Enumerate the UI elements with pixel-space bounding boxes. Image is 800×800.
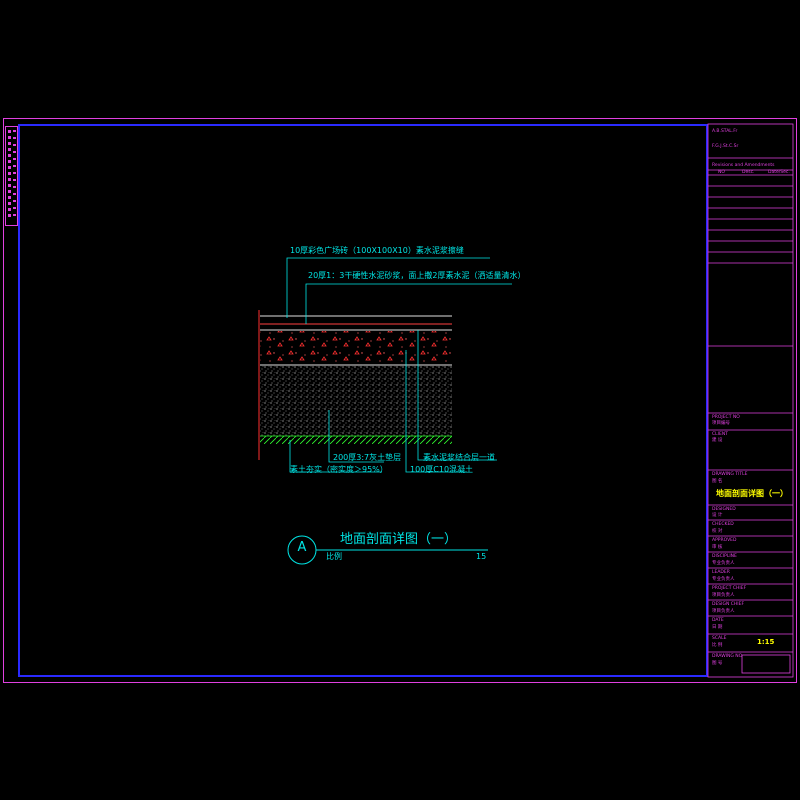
tb-project-chief-en: PROJECT CHIEF (712, 586, 747, 591)
detail-marker-letter: A (297, 540, 307, 555)
tb-drawing-title-en: DRAWING TITLE (712, 472, 748, 477)
tb-leader-en: LEADER (712, 570, 730, 575)
tb-project-no-en: PROJECT NO (712, 415, 740, 420)
tb-drawing-title: 地面剖面详图（一） (716, 489, 788, 498)
layer-concrete (260, 331, 452, 365)
tb-drawing-no: 图 号 (712, 661, 723, 666)
tb-rev-col1: NO (718, 170, 725, 175)
detail-scale-label: 比例 (326, 552, 342, 561)
tb-rev-col2: Desc. (742, 170, 755, 175)
tb-approve: 审 核 (712, 545, 723, 550)
tb-design: 设 计 (712, 513, 723, 518)
tb-date-en: DATE (712, 618, 724, 623)
layer-lime-soil (260, 366, 452, 436)
tb-header-line2: F.G.J.St.C.Sr (712, 144, 739, 149)
tb-check-en: CHECKED (712, 522, 734, 527)
tb-project-chief: 项目负责人 (712, 593, 735, 598)
tb-client: 建 设 (712, 438, 723, 443)
tb-scale-en: SCALE (712, 636, 727, 641)
detail-title: 地面剖面详图（一） (340, 532, 458, 547)
tb-design-chief: 项目负责人 (712, 609, 735, 614)
tb-drawing-title-label: 图 名 (712, 479, 723, 484)
tb-leader: 专业负责人 (712, 577, 735, 582)
callout-concrete: 100厚C10混凝土 (410, 465, 474, 474)
callout-mortar: 20厚1：3干硬性水泥砂浆，面上撒2厚素水泥（洒适量清水） (308, 271, 526, 280)
tb-header-line1: A.B.STAL.Fr (712, 129, 738, 134)
tb-revisions-label: Revisions and Amendments (712, 163, 775, 168)
callout-lime-soil: 200厚3:7灰土垫层 (333, 453, 402, 462)
tb-scale-value: 1:15 (757, 638, 775, 646)
callout-cement-paste: 素水泥浆结合层一道 (423, 453, 495, 462)
tb-rev-col3: Date/Sec. (768, 170, 790, 175)
tb-date: 日 期 (712, 625, 723, 630)
tb-check: 校 对 (712, 529, 723, 534)
callout-tile: 10厚彩色广场砖（100X100X10）素水泥浆擦缝 (290, 246, 464, 255)
tb-discipline: 专业负责人 (712, 561, 735, 566)
callout-subgrade: 素土夯实（密实度＞95%） (290, 465, 388, 474)
layer-subgrade (260, 436, 452, 444)
floor-section-drawing (258, 123, 794, 678)
layer-tile (260, 315, 452, 331)
detail-scale-value: 15 (476, 552, 487, 561)
tb-discipline-en: DISCIPLINE (712, 554, 737, 559)
tb-design-en: DESIGNED (712, 507, 736, 512)
tb-drawing-no-en: DRAWING NO (712, 654, 743, 659)
tb-client-en: CLIENT (712, 432, 728, 437)
tb-project-no: 项目编号 (712, 421, 730, 426)
tb-scale: 比 例 (712, 643, 723, 648)
tb-approve-en: APPROVED (712, 538, 737, 543)
tb-design-chief-en: DESIGN CHIEF (712, 602, 745, 607)
